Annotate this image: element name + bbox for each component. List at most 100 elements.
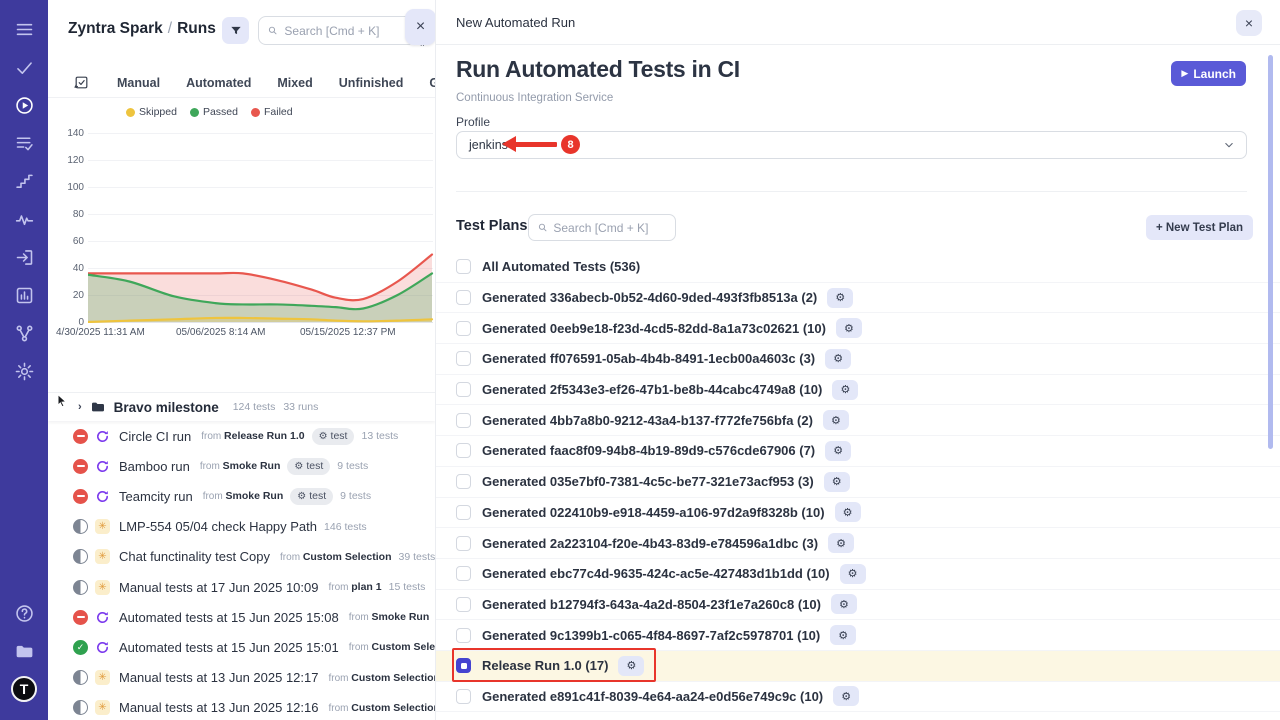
- plan-checkbox[interactable]: [456, 382, 471, 397]
- run-row[interactable]: ✳Manual tests at 13 Jun 2025 12:16from C…: [48, 693, 435, 720]
- run-subtitle: Continuous Integration Service: [456, 92, 613, 104]
- test-plan-row[interactable]: Generated 022410b9-e918-4459-a106-97d2a9…: [436, 498, 1280, 529]
- gear-icon[interactable]: [0, 352, 48, 390]
- plan-settings-button[interactable]: ⚙: [830, 625, 856, 645]
- plan-checkbox[interactable]: [456, 290, 471, 305]
- test-plan-row[interactable]: All Automated Tests (536): [436, 252, 1280, 283]
- play-circle-icon[interactable]: [0, 86, 48, 124]
- status-progress-icon: [73, 580, 88, 595]
- plan-checkbox[interactable]: [456, 321, 471, 336]
- plan-checkbox[interactable]: [456, 689, 471, 704]
- plan-checkbox[interactable]: [456, 628, 471, 643]
- plan-label: Generated 022410b9-e918-4459-a106-97d2a9…: [482, 505, 825, 520]
- run-row[interactable]: Circle CI runfrom Release Run 1.0⚙test13…: [48, 421, 435, 451]
- plan-settings-button[interactable]: ⚙: [832, 380, 858, 400]
- plan-settings-button[interactable]: ⚙: [835, 502, 861, 522]
- runs-search[interactable]: [258, 16, 416, 45]
- menu-icon[interactable]: [0, 10, 48, 48]
- plan-label: Release Run 1.0 (17): [482, 658, 608, 673]
- folder-icon[interactable]: [0, 632, 48, 670]
- chevron-right-icon[interactable]: ›: [78, 401, 82, 413]
- test-plan-row[interactable]: Generated faac8f09-94b8-4b19-89d9-c576cd…: [436, 436, 1280, 467]
- run-title: LMP-554 05/04 check Happy Path: [119, 519, 317, 534]
- panel-header-title: New Automated Run: [456, 15, 575, 30]
- runs-panel-close-button[interactable]: ×: [405, 9, 435, 45]
- legend-item-failed[interactable]: Failed: [251, 106, 293, 118]
- test-plans-search[interactable]: [528, 214, 676, 241]
- test-plan-row[interactable]: Generated e891c41f-8039-4e64-aa24-e0d56e…: [436, 682, 1280, 713]
- test-plan-row[interactable]: Generated 4bb7a8b0-9212-43a4-b137-f772fe…: [436, 405, 1280, 436]
- check-icon[interactable]: [0, 48, 48, 86]
- plan-label: Generated 035e7bf0-7381-4c5c-be77-321e73…: [482, 474, 814, 489]
- new-test-plan-button[interactable]: + New Test Plan: [1146, 215, 1253, 240]
- plan-checkbox[interactable]: [456, 351, 471, 366]
- plan-settings-button[interactable]: ⚙: [840, 564, 866, 584]
- run-row[interactable]: ✳Manual tests at 13 Jun 2025 12:17from C…: [48, 663, 435, 693]
- bar-chart-icon[interactable]: [0, 276, 48, 314]
- run-row[interactable]: ✳Manual tests at 17 Jun 2025 10:09from p…: [48, 572, 435, 602]
- manual-run-icon: ✳: [95, 519, 110, 534]
- legend-item-skipped[interactable]: Skipped: [126, 106, 177, 118]
- launch-button[interactable]: ▶ Launch: [1171, 61, 1246, 86]
- help-icon[interactable]: [0, 594, 48, 632]
- plan-settings-button[interactable]: ⚙: [825, 349, 851, 369]
- test-plan-row[interactable]: Generated 9c1399b1-c065-4f84-8697-7af2c5…: [436, 620, 1280, 651]
- plan-settings-button[interactable]: ⚙: [824, 472, 850, 492]
- run-row[interactable]: ✳LMP-554 05/04 check Happy Path146 tests: [48, 512, 435, 542]
- test-plan-row[interactable]: Generated ff076591-05ab-4b4b-8491-1ecb00…: [436, 344, 1280, 375]
- plan-settings-button[interactable]: ⚙: [825, 441, 851, 461]
- plan-checkbox[interactable]: [456, 505, 471, 520]
- plan-settings-button[interactable]: ⚙: [831, 594, 857, 614]
- select-runs-icon[interactable]: [73, 74, 90, 91]
- run-row[interactable]: Bamboo runfrom Smoke Run⚙test9 tests: [48, 451, 435, 481]
- test-plan-row[interactable]: Generated 0eeb9e18-f23d-4cd5-82dd-8a1a73…: [436, 313, 1280, 344]
- plan-settings-button[interactable]: ⚙: [828, 533, 854, 553]
- test-plan-row[interactable]: Generated 2a223104-f20e-4b43-83d9-e78459…: [436, 528, 1280, 559]
- manual-run-icon: ✳: [95, 670, 110, 685]
- runs-tab-bar: ManualAutomatedMixedUnfinishedGroups: [48, 68, 435, 98]
- milestone-row[interactable]: › Bravo milestone 124 tests 33 runs: [48, 392, 435, 421]
- legend-item-passed[interactable]: Passed: [190, 106, 238, 118]
- plan-settings-button[interactable]: ⚙: [833, 686, 859, 706]
- plan-settings-button[interactable]: ⚙: [823, 410, 849, 430]
- test-plan-row[interactable]: Generated ebc77c4d-9635-424c-ac5e-427483…: [436, 559, 1280, 590]
- plan-checkbox[interactable]: [456, 658, 471, 673]
- runs-search-input[interactable]: [284, 24, 407, 38]
- profile-label: Profile: [456, 115, 490, 129]
- tab-mixed[interactable]: Mixed: [264, 76, 325, 90]
- plan-settings-button[interactable]: ⚙: [618, 656, 644, 676]
- plan-checkbox[interactable]: [456, 566, 471, 581]
- test-plan-row[interactable]: Generated 035e7bf0-7381-4c5c-be77-321e73…: [436, 467, 1280, 498]
- plan-settings-button[interactable]: ⚙: [827, 288, 853, 308]
- run-row[interactable]: Automated tests at 15 Jun 2025 15:01from…: [48, 632, 435, 662]
- import-icon[interactable]: [0, 238, 48, 276]
- plan-checkbox[interactable]: [456, 443, 471, 458]
- app-logo[interactable]: T: [0, 670, 48, 708]
- tab-groups[interactable]: Groups: [416, 76, 435, 90]
- mouse-cursor-icon: [55, 393, 70, 413]
- plan-checkbox[interactable]: [456, 259, 471, 274]
- plan-checkbox[interactable]: [456, 597, 471, 612]
- run-row[interactable]: ✳Chat functinality test Copyfrom Custom …: [48, 542, 435, 572]
- test-plan-row[interactable]: Generated b12794f3-643a-4a2d-8504-23f1e7…: [436, 590, 1280, 621]
- plan-settings-button[interactable]: ⚙: [836, 318, 862, 338]
- tab-automated[interactable]: Automated: [173, 76, 264, 90]
- panel-close-button[interactable]: ×: [1236, 10, 1262, 36]
- plan-checkbox[interactable]: [456, 536, 471, 551]
- plan-checkbox[interactable]: [456, 474, 471, 489]
- vertical-scrollbar[interactable]: [1268, 55, 1273, 449]
- test-plan-row[interactable]: Release Run 1.0 (17) ⚙: [436, 651, 1280, 682]
- run-row[interactable]: Teamcity runfrom Smoke Run⚙test9 tests: [48, 481, 435, 511]
- tab-manual[interactable]: Manual: [104, 76, 173, 90]
- tab-unfinished[interactable]: Unfinished: [326, 76, 417, 90]
- run-row[interactable]: Automated tests at 15 Jun 2025 15:08from…: [48, 602, 435, 632]
- plan-checkbox[interactable]: [456, 413, 471, 428]
- test-plans-search-input[interactable]: [553, 221, 667, 235]
- test-plan-row[interactable]: Generated 336abecb-0b52-4d60-9ded-493f3f…: [436, 283, 1280, 314]
- filter-button[interactable]: [222, 17, 249, 44]
- pulse-icon[interactable]: [0, 200, 48, 238]
- branch-icon[interactable]: [0, 314, 48, 352]
- test-plan-row[interactable]: Generated 2f5343e3-ef26-47b1-be8b-44cabc…: [436, 375, 1280, 406]
- steps-icon[interactable]: [0, 162, 48, 200]
- list-check-icon[interactable]: [0, 124, 48, 162]
